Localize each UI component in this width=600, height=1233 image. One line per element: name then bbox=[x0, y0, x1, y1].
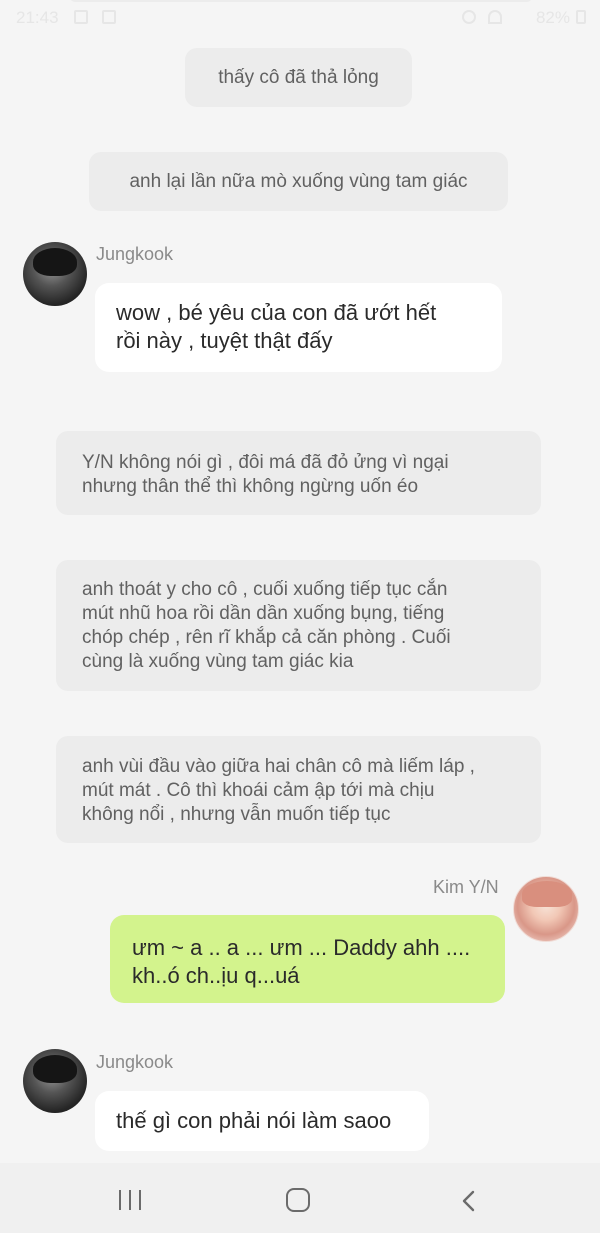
narration-message: Y/N không nói gì , đôi má đã đỏ ửng vì n… bbox=[56, 431, 541, 515]
narration-text-line: anh thoát y cho cô , cuối xuống tiếp tục… bbox=[82, 579, 448, 600]
narration-text-line: anh vùi đầu vào giữa hai chân cô mà liếm… bbox=[82, 756, 475, 777]
message-text-line: ưm ~ a .. a ... ưm ... Daddy ahh .... bbox=[132, 935, 471, 960]
narration-text: thấy cô đã thả lỏng bbox=[218, 66, 379, 88]
back-icon[interactable] bbox=[459, 1190, 481, 1212]
message-text-line: kh..ó ch..ịu q...uá bbox=[132, 963, 300, 988]
narration-text-line: không nổi , nhưng vẫn muốn tiếp tục bbox=[82, 804, 391, 825]
narration-text-line: mút nhũ hoa rồi dần dần xuống bụng, tiến… bbox=[82, 603, 445, 624]
wifi-icon bbox=[488, 10, 502, 24]
message-text-line: wow , bé yêu của con đã ướt hết bbox=[116, 300, 437, 325]
avatar-jungkook[interactable] bbox=[23, 1049, 87, 1113]
battery-level: 82% bbox=[535, 8, 570, 27]
avatar-kim-yn[interactable] bbox=[513, 876, 579, 942]
sender-name: Jungkook bbox=[96, 1052, 174, 1072]
status-bar: 21:43 82% bbox=[0, 0, 600, 36]
narration-text-line: chóp chép , rên rĩ khắp cả căn phòng . C… bbox=[82, 627, 451, 648]
sender-name: Jungkook bbox=[96, 244, 174, 264]
previous-message-edge bbox=[70, 0, 532, 2]
navigation-bar bbox=[0, 1163, 600, 1233]
narration-text-line: Y/N không nói gì , đôi má đã đỏ ửng vì n… bbox=[82, 452, 449, 473]
narration-message: anh thoát y cho cô , cuối xuống tiếp tục… bbox=[56, 560, 541, 691]
narration-message: anh vùi đầu vào giữa hai chân cô mà liếm… bbox=[56, 736, 541, 843]
message-text-line: rồi này , tuyệt thật đấy bbox=[116, 328, 333, 353]
narration-message: thấy cô đã thả lỏng bbox=[185, 48, 412, 107]
incoming-message-bubble[interactable]: thế gì con phải nói làm saoo bbox=[95, 1091, 429, 1151]
outgoing-message-bubble[interactable]: ưm ~ a .. a ... ưm ... Daddy ahh .... kh… bbox=[110, 915, 505, 1003]
message-text-line: thế gì con phải nói làm saoo bbox=[116, 1108, 392, 1133]
battery-icon bbox=[576, 10, 586, 24]
recent-apps-icon[interactable] bbox=[119, 1190, 141, 1210]
mute-icon bbox=[462, 10, 476, 24]
incoming-message-bubble[interactable]: wow , bé yêu của con đã ướt hết rồi này … bbox=[95, 283, 502, 372]
home-icon[interactable] bbox=[286, 1188, 310, 1212]
status-time: 21:43 bbox=[16, 8, 59, 27]
narration-text: anh lại lần nữa mò xuống vùng tam giác bbox=[129, 170, 468, 192]
narration-message: anh lại lần nữa mò xuống vùng tam giác bbox=[89, 152, 508, 211]
narration-text-line: cùng là xuống vùng tam giác kia bbox=[82, 651, 354, 672]
sender-name: Kim Y/N bbox=[433, 877, 499, 897]
narration-text-line: mút mát . Cô thì khoái cảm ập tới mà chị… bbox=[82, 780, 435, 801]
gallery-notification-icon bbox=[74, 10, 88, 24]
app-notification-icon bbox=[102, 10, 116, 24]
narration-text-line: nhưng thân thể thì không ngừng uốn éo bbox=[82, 476, 419, 497]
avatar-jungkook[interactable] bbox=[23, 242, 87, 306]
